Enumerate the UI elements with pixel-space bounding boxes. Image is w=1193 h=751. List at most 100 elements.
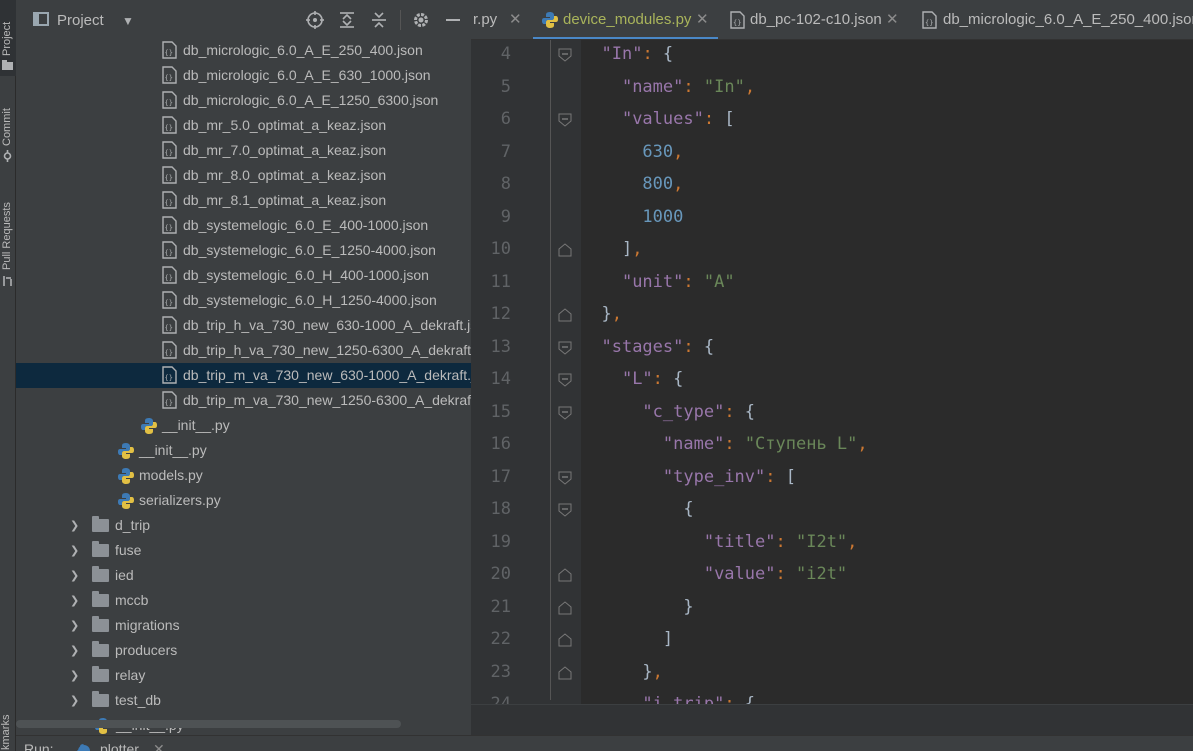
tab-label: r.py <box>473 11 498 28</box>
tree-item-label: db_micrologic_6.0_A_E_1250_6300.json <box>183 92 439 108</box>
fold-close-icon[interactable] <box>558 568 572 582</box>
tree-folder[interactable]: ❯ migrations <box>16 613 471 638</box>
tab-db-pc-102[interactable]: {} db_pc-102-c10.json ✕ <box>724 0 909 39</box>
collapse-all-icon[interactable] <box>369 10 389 30</box>
fold-open-icon[interactable] <box>558 471 572 485</box>
tab-device-modules[interactable]: device_modules.py ✕ <box>533 0 718 39</box>
tree-folder[interactable]: ❯ mccb <box>16 588 471 613</box>
fold-open-icon[interactable] <box>558 373 572 387</box>
tab-label: db_pc-102-c10.json <box>750 11 882 28</box>
tree-folder[interactable]: ❯ producers <box>16 638 471 663</box>
project-view-icon <box>33 12 49 26</box>
chevron-right-icon[interactable]: ❯ <box>70 569 79 582</box>
chevron-right-icon[interactable]: ❯ <box>70 669 79 682</box>
json-file-icon: {} <box>162 216 177 234</box>
tab-db-micrologic[interactable]: {} db_micrologic_6.0_A_E_250_400.json <box>914 0 1193 39</box>
tree-file[interactable]: {} db_systemelogic_6.0_H_1250-4000.json <box>16 288 471 313</box>
commit-tool-tab[interactable]: Commit <box>0 90 16 165</box>
tree-file[interactable]: {} db_mr_5.0_optimat_a_keaz.json <box>16 113 471 138</box>
code-line: 1000 <box>642 206 684 227</box>
json-file-icon: {} <box>162 341 177 359</box>
folder-icon <box>92 666 109 682</box>
code-line: "unit": "A" <box>621 271 735 292</box>
code-line: "L": { <box>621 369 684 389</box>
chevron-right-icon[interactable]: ❯ <box>70 594 79 607</box>
locate-icon[interactable] <box>305 10 325 30</box>
tree-file[interactable]: {} db_systemelogic_6.0_H_400-1000.json <box>16 263 471 288</box>
tree-folder[interactable]: ❯ fuse <box>16 538 471 563</box>
close-icon[interactable]: ✕ <box>886 10 899 28</box>
horizontal-scrollbar[interactable] <box>16 720 401 728</box>
svg-text:{}: {} <box>165 199 173 207</box>
bookmarks-tool-tab[interactable]: kmarks <box>0 705 16 751</box>
tree-item-label: db_trip_h_va_730_new_630-1000_A_dekraft.… <box>183 317 471 333</box>
tree-file[interactable]: {} db_trip_m_va_730_new_630-1000_A_dekraf… <box>16 363 471 388</box>
tree-file[interactable]: __init__.py <box>16 413 471 438</box>
line-number: 5 <box>500 76 511 97</box>
chevron-down-icon[interactable]: ▼ <box>122 14 134 28</box>
tree-file[interactable]: {} db_micrologic_6.0_A_E_630_1000.json <box>16 63 471 88</box>
fold-open-icon[interactable] <box>558 503 572 517</box>
chevron-right-icon[interactable]: ❯ <box>70 644 79 657</box>
tree-file[interactable]: serializers.py <box>16 488 471 513</box>
tree-folder[interactable]: ❯ relay <box>16 663 471 688</box>
tree-file[interactable]: {} db_mr_8.0_optimat_a_keaz.json <box>16 163 471 188</box>
tree-file[interactable]: __init__.py <box>16 438 471 463</box>
chevron-right-icon[interactable]: ❯ <box>70 619 79 632</box>
editor-bottom-strip <box>471 704 1193 736</box>
fold-close-icon[interactable] <box>558 600 572 615</box>
tree-file[interactable]: {} db_trip_h_va_730_new_1250-6300_A_dekra… <box>16 338 471 363</box>
tree-folder[interactable]: ❯ ied <box>16 563 471 588</box>
run-label: Run: <box>24 741 54 751</box>
tree-file[interactable]: {} db_trip_m_va_730_new_1250-6300_A_dekra… <box>16 388 471 413</box>
expand-all-icon[interactable] <box>337 10 357 30</box>
tree-file[interactable]: {} db_micrologic_6.0_A_E_1250_6300.json <box>16 88 471 113</box>
chevron-right-icon[interactable]: ❯ <box>70 544 79 557</box>
tree-file[interactable]: {} db_mr_8.1_optimat_a_keaz.json <box>16 188 471 213</box>
tree-item-label: ied <box>115 567 134 583</box>
svg-text:{}: {} <box>165 124 173 132</box>
close-icon[interactable]: ✕ <box>153 741 165 751</box>
chevron-right-icon[interactable]: ❯ <box>70 519 79 532</box>
fold-close-icon[interactable] <box>558 633 572 647</box>
fold-open-icon[interactable] <box>558 341 572 355</box>
fold-open-icon[interactable] <box>558 113 572 127</box>
line-number: 10 <box>490 239 511 259</box>
code-line: ], <box>621 239 643 259</box>
project-panel-title[interactable]: Project <box>57 12 104 29</box>
tree-folder[interactable]: ❯ test_db <box>16 688 471 713</box>
tree-item-label: d_trip <box>115 517 151 533</box>
fold-open-icon[interactable] <box>558 406 572 420</box>
tree-file[interactable]: {} db_trip_h_va_730_new_630-1000_A_dekraf… <box>16 313 471 338</box>
tree-file[interactable]: {} db_systemelogic_6.0_E_400-1000.json <box>16 213 471 238</box>
close-icon[interactable]: ✕ <box>509 10 522 28</box>
tree-file[interactable]: models.py <box>16 463 471 488</box>
fold-close-icon[interactable] <box>558 243 572 257</box>
tree-file[interactable]: {} db_micrologic_6.0_A_E_250_400.json <box>16 38 471 63</box>
code-line: 630, <box>642 141 684 162</box>
python-file-icon <box>77 744 90 751</box>
tree-item-label: models.py <box>139 467 203 483</box>
fold-close-icon[interactable] <box>558 308 572 322</box>
fold-close-icon[interactable] <box>558 665 572 680</box>
hide-panel-icon[interactable] <box>443 10 463 30</box>
code-line: "stages": { <box>601 336 715 357</box>
tree-file[interactable]: {} db_mr_7.0_optimat_a_keaz.json <box>16 138 471 163</box>
folder-icon <box>92 691 109 707</box>
tree-folder[interactable]: ❯ d_trip <box>16 513 471 538</box>
chevron-right-icon[interactable]: ❯ <box>70 694 79 707</box>
fold-open-icon[interactable] <box>558 48 572 62</box>
project-tool-tab[interactable]: Project <box>0 0 16 76</box>
code-line: ] <box>662 629 674 649</box>
json-file-icon: {} <box>162 141 177 159</box>
pull-requests-tool-tab[interactable]: Pull Requests <box>0 185 16 290</box>
tab-r-py[interactable]: r.py ✕ <box>471 0 531 39</box>
gear-icon[interactable] <box>411 10 431 30</box>
line-number: 15 <box>490 401 511 422</box>
code-editor[interactable]: "In": { "name": "In", "values": [ 630, 8… <box>581 40 1193 705</box>
run-tab-plotter[interactable]: plotter <box>100 741 139 751</box>
json-file-icon: {} <box>922 11 937 29</box>
tree-file[interactable]: {} db_systemelogic_6.0_E_1250-4000.json <box>16 238 471 263</box>
close-icon[interactable]: ✕ <box>696 10 709 28</box>
json-file-icon: {} <box>162 391 177 409</box>
